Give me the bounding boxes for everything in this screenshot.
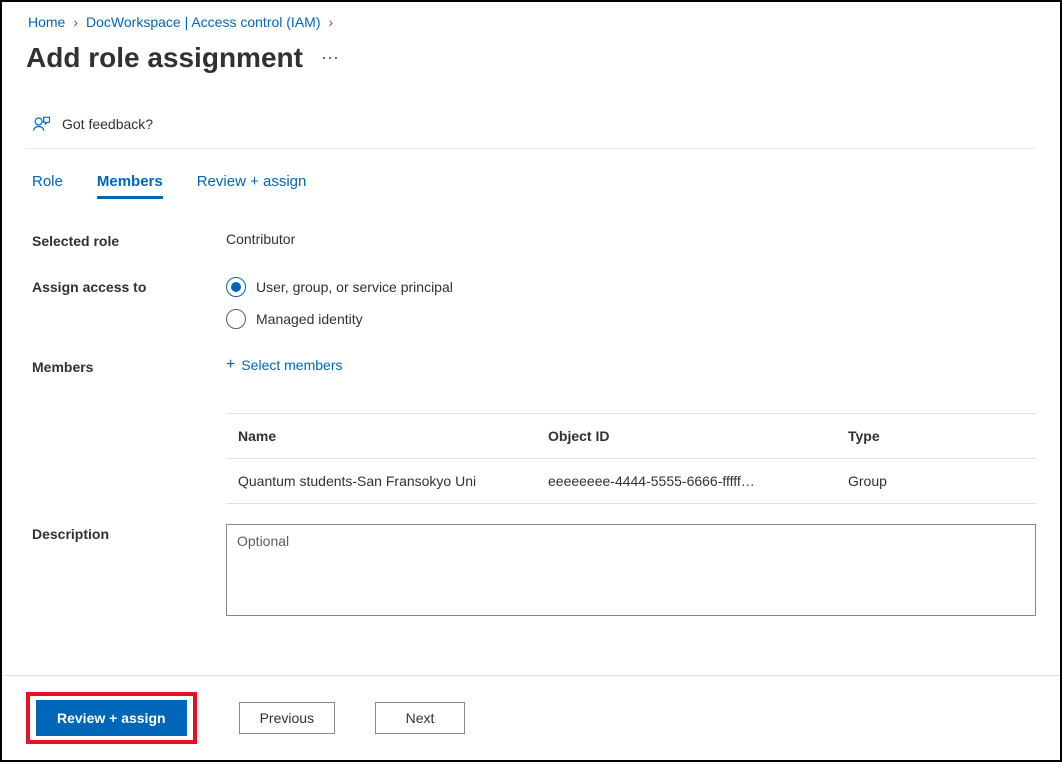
next-button[interactable]: Next xyxy=(375,702,465,734)
chevron-right-icon: › xyxy=(328,14,333,30)
radio-unchecked-icon xyxy=(226,309,246,329)
description-textarea[interactable] xyxy=(226,524,1036,616)
select-members-link[interactable]: + Select members xyxy=(226,357,1036,373)
radio-user-group[interactable]: User, group, or service principal xyxy=(226,277,1036,297)
col-header-name[interactable]: Name xyxy=(226,414,536,459)
breadcrumb-home[interactable]: Home xyxy=(28,14,65,30)
tab-review-assign[interactable]: Review + assign xyxy=(197,173,307,199)
cell-type: Group xyxy=(836,459,1036,504)
col-header-object-id[interactable]: Object ID xyxy=(536,414,836,459)
cell-name: Quantum students-San Fransokyo Uni xyxy=(226,459,536,504)
plus-icon: + xyxy=(226,357,235,373)
select-members-text: Select members xyxy=(241,357,342,373)
footer-actions: Review + assign Previous Next xyxy=(2,675,1060,760)
got-feedback-link[interactable]: Got feedback? xyxy=(26,104,1036,149)
members-table: Name Object ID Type Quantum students-San… xyxy=(226,414,1036,504)
selected-role-label: Selected role xyxy=(32,231,226,249)
col-header-type[interactable]: Type xyxy=(836,414,1036,459)
review-assign-button[interactable]: Review + assign xyxy=(36,700,187,736)
assign-access-label: Assign access to xyxy=(32,277,226,295)
table-row[interactable]: Quantum students-San Fransokyo Uni eeeee… xyxy=(226,459,1036,504)
tab-members[interactable]: Members xyxy=(97,173,163,199)
breadcrumb-workspace[interactable]: DocWorkspace | Access control (IAM) xyxy=(86,14,320,30)
radio-user-group-label: User, group, or service principal xyxy=(256,279,453,295)
breadcrumb: Home › DocWorkspace | Access control (IA… xyxy=(26,10,1036,42)
radio-checked-icon xyxy=(226,277,246,297)
tab-role[interactable]: Role xyxy=(32,173,63,199)
previous-button[interactable]: Previous xyxy=(239,702,335,734)
feedback-label: Got feedback? xyxy=(62,116,153,132)
tabs: Role Members Review + assign xyxy=(26,149,1036,199)
cell-object-id: eeeeeeee-4444-5555-6666-fffff… xyxy=(536,459,836,504)
page-title: Add role assignment xyxy=(26,42,303,74)
feedback-icon xyxy=(32,114,52,134)
radio-managed-identity-label: Managed identity xyxy=(256,311,363,327)
members-label: Members xyxy=(32,357,226,375)
chevron-right-icon: › xyxy=(73,14,78,30)
more-actions-icon[interactable]: ⋯ xyxy=(321,48,340,69)
description-label: Description xyxy=(32,524,226,542)
selected-role-value: Contributor xyxy=(226,231,1036,247)
radio-managed-identity[interactable]: Managed identity xyxy=(226,309,1036,329)
review-assign-highlight: Review + assign xyxy=(26,692,197,744)
